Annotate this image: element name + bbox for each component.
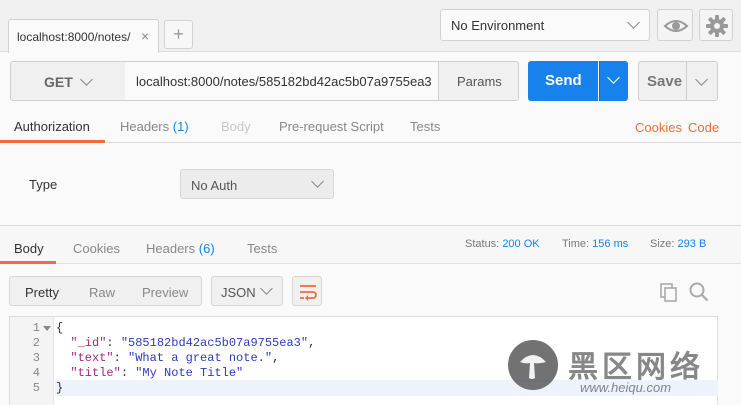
chevron-down-icon <box>695 73 708 86</box>
gear-icon <box>706 15 728 37</box>
tab-body[interactable]: Body <box>221 119 251 134</box>
view-preview-button[interactable]: Preview <box>142 285 188 300</box>
line-number: 4 <box>32 366 40 380</box>
headers-count: (1) <box>172 119 189 134</box>
send-button[interactable]: Send <box>528 61 598 101</box>
fold-arrow-icon[interactable] <box>43 326 51 331</box>
view-mode-group: Pretty Raw Preview <box>9 276 202 306</box>
send-options-button[interactable] <box>599 61 628 101</box>
watermark-url: www.heiqu.com <box>580 380 672 395</box>
chevron-down-icon <box>311 175 324 188</box>
eye-icon <box>663 20 689 32</box>
method-select[interactable]: GET <box>10 61 126 101</box>
save-label: Save <box>647 73 683 90</box>
code-link[interactable]: Code <box>688 120 719 135</box>
search-icon[interactable] <box>688 281 710 303</box>
code-line: } <box>56 381 64 395</box>
line-number: 3 <box>32 351 40 365</box>
new-tab-button[interactable]: + <box>164 20 193 49</box>
code-line: { <box>56 321 64 335</box>
chevron-down-icon <box>607 71 620 84</box>
wrap-lines-button[interactable] <box>292 276 322 306</box>
request-tab[interactable]: localhost:8000/notes/ × <box>8 19 159 53</box>
size-value: 293 B <box>677 238 707 250</box>
size-meta: Size: 293 B <box>650 238 706 250</box>
request-tabs: Authorization Headers (1) Body Pre-reque… <box>0 110 741 143</box>
chevron-down-icon <box>80 73 93 86</box>
params-button[interactable]: Params <box>438 61 519 101</box>
top-bar: localhost:8000/notes/ × + No Environment <box>0 0 741 53</box>
tab-tests[interactable]: Tests <box>410 119 440 134</box>
auth-type-value: No Auth <box>191 178 238 193</box>
active-response-tab-indicator <box>0 261 56 264</box>
time-value: 156 ms <box>592 238 629 250</box>
tab-authorization[interactable]: Authorization <box>14 119 90 134</box>
save-button[interactable]: Save <box>638 61 687 101</box>
send-label: Send <box>545 72 582 89</box>
response-tab-cookies[interactable]: Cookies <box>73 241 120 256</box>
params-label: Params <box>457 74 502 89</box>
tab-headers-label: Headers <box>120 119 170 134</box>
url-text: localhost:8000/notes/585182bd42ac5b07a97… <box>136 74 432 89</box>
line-number: 2 <box>32 336 40 350</box>
line-number: 1 <box>32 321 40 335</box>
response-tab-headers-label: Headers <box>146 241 196 256</box>
environment-label: No Environment <box>451 18 545 33</box>
response-tab-tests[interactable]: Tests <box>247 241 277 256</box>
view-pretty-button[interactable]: Pretty <box>25 285 59 300</box>
tab-prerequest-script[interactable]: Pre-request Script <box>279 119 384 134</box>
environment-select[interactable]: No Environment <box>440 9 650 41</box>
code-line: "_id": "585182bd42ac5b07a9755ea3", <box>70 336 316 350</box>
time-meta: Time: 156 ms <box>562 238 628 250</box>
size-label: Size: <box>650 238 675 250</box>
code-line: "text": "What a great note.", <box>70 351 280 365</box>
environment-quick-look-button[interactable] <box>657 9 693 41</box>
request-tab-label: localhost:8000/notes/ <box>17 30 131 44</box>
copy-icon[interactable] <box>659 282 679 302</box>
format-label: JSON <box>221 285 256 300</box>
auth-type-label: Type <box>29 177 58 192</box>
response-tabs: Body Cookies Headers (6) Tests <box>0 226 741 264</box>
code-line: "title": "My Note Title" <box>70 366 244 380</box>
status-label: Status: <box>465 238 500 250</box>
save-options-button[interactable] <box>686 61 718 101</box>
status-value: 200 OK <box>502 238 540 250</box>
auth-type-select[interactable]: No Auth <box>180 169 334 199</box>
view-raw-button[interactable]: Raw <box>89 285 115 300</box>
active-tab-indicator <box>0 140 105 143</box>
response-headers-count: (6) <box>198 241 215 256</box>
settings-button[interactable] <box>699 9 733 41</box>
watermark-logo <box>508 340 558 390</box>
close-icon[interactable]: × <box>141 28 149 44</box>
watermark: 黑区网络 www.heiqu.com <box>508 338 739 404</box>
chevron-down-icon <box>260 282 273 295</box>
tab-headers[interactable]: Headers (1) <box>120 119 189 134</box>
url-input[interactable]: localhost:8000/notes/585182bd42ac5b07a97… <box>125 61 439 101</box>
status-meta: Status: 200 OK <box>465 238 540 250</box>
line-number: 5 <box>32 381 40 395</box>
wrap-icon <box>300 285 317 301</box>
method-label: GET <box>44 74 73 90</box>
time-label: Time: <box>562 238 590 250</box>
chevron-down-icon <box>627 16 640 29</box>
cookies-link[interactable]: Cookies <box>635 120 682 135</box>
response-tab-headers[interactable]: Headers (6) <box>146 241 215 256</box>
response-tab-body[interactable]: Body <box>14 241 44 256</box>
format-select[interactable]: JSON <box>211 276 283 306</box>
